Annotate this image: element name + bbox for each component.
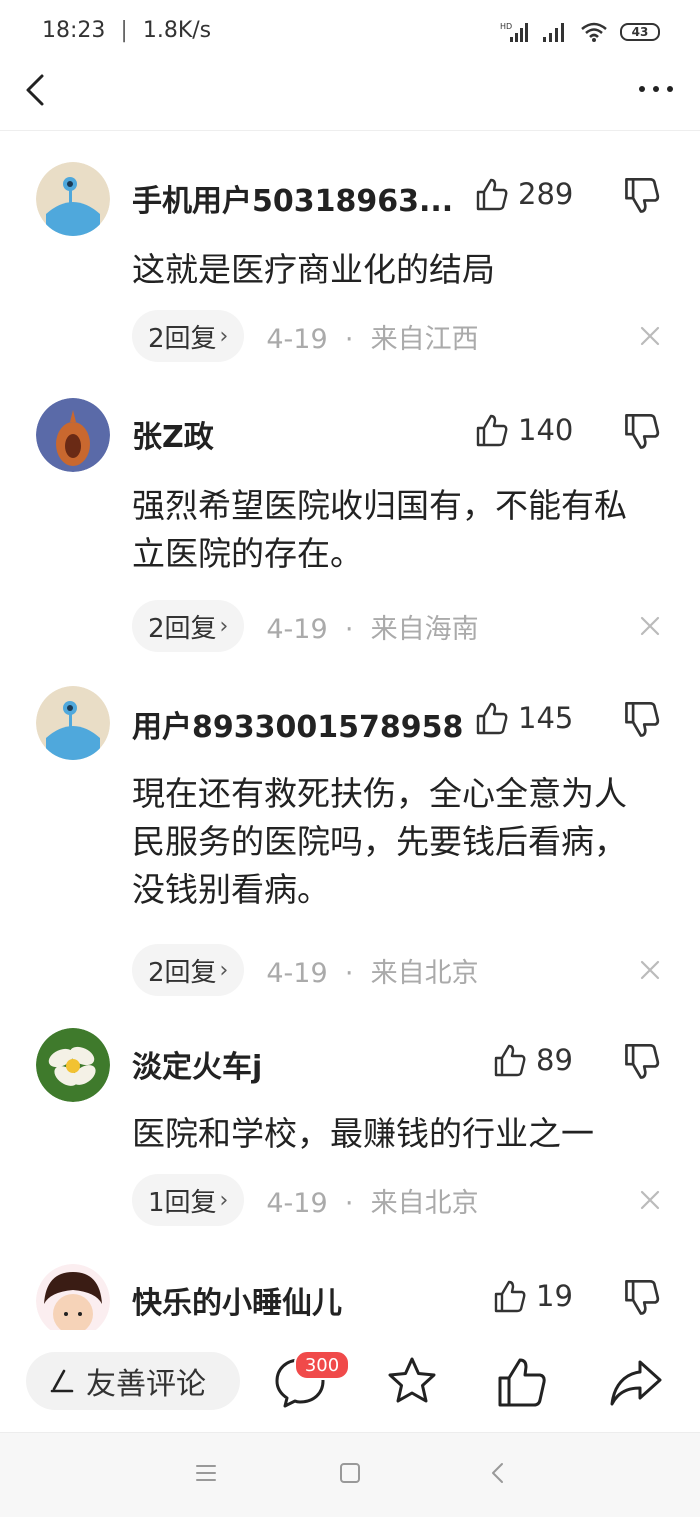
back-icon[interactable] [18,72,54,108]
like-count: 289 [518,177,574,211]
time-text: 18:23 [42,18,106,43]
comment-count-badge: 300 [294,1350,350,1380]
chevron-right-icon: › [219,613,229,639]
avatar[interactable] [36,1028,110,1102]
thumb-up-icon [476,414,508,447]
comment-item: 用户8933001578958 145 現在还有救死扶伤，全心全意为人民服务的医… [0,656,700,998]
chevron-right-icon: › [219,323,229,349]
reply-count: 1回复 [148,1187,217,1218]
more-icon[interactable] [636,74,676,104]
status-time: 18:23 | 1.8K/s [42,18,212,43]
comment-input-placeholder: 友善评论 [86,1367,206,1402]
like-button[interactable]: 19 [492,1276,573,1316]
menu-icon[interactable] [194,1461,218,1485]
comment-meta: 2回复 › 4-19 · 来自北京 [132,944,479,996]
reply-count: 2回复 [148,613,217,644]
avatar[interactable] [36,162,110,236]
thumb-down-icon[interactable] [622,1278,662,1318]
svg-text:HD: HD [500,22,512,31]
like-button[interactable]: 140 [474,410,573,450]
avatar[interactable] [36,686,110,760]
hd-signal-icon: HD [500,22,528,42]
comment-item: 张Z政 140 强烈希望医院收归国有，不能有私立医院的存在。 2回复 › 4-19… [0,366,700,656]
like-button[interactable]: 289 [474,174,573,214]
comment-meta: 2回复 › 4-19 · 来自江西 [132,310,479,362]
reply-count: 2回复 [148,323,217,354]
comment-list[interactable]: 手机用户50318963... 289 这就是医疗商业化的结局 2回复 › 4-1… [0,130,700,1330]
comment-meta: 2回复 › 4-19 · 来自海南 [132,600,479,652]
thumb-up-icon [476,178,508,211]
comment-username[interactable]: 快乐的小睡仙儿 [132,1278,342,1322]
close-icon[interactable] [636,612,664,640]
bottom-action-bar: 友善评论 300 [0,1330,700,1432]
status-icons: HD 43 [500,20,660,44]
comment-meta: 1回复 › 4-19 · 来自北京 [132,1174,479,1226]
thumb-up-icon[interactable] [494,1354,550,1410]
comment-text: 这就是医疗商业化的结局 [132,250,495,289]
like-count: 145 [518,701,574,735]
star-icon[interactable] [384,1354,440,1410]
comment-date-location: 4-19 · 来自北京 [266,957,479,989]
reply-button[interactable]: 2回复 › [132,310,245,362]
close-icon[interactable] [636,1186,664,1214]
comment-text: 强烈希望医院收归国有，不能有私立医院的存在。 [132,486,627,573]
share-icon[interactable] [608,1354,664,1410]
avatar[interactable] [36,1264,110,1330]
comment-date-location: 4-19 · 来自江西 [266,323,479,355]
like-count: 140 [518,413,574,447]
battery-indicator: 43 [620,23,660,41]
close-icon[interactable] [636,322,664,350]
comment-username[interactable]: 张Z政 [132,412,214,456]
thumb-down-icon[interactable] [622,700,662,740]
reply-button[interactable]: 2回复 › [132,600,245,652]
comment-input[interactable]: 友善评论 [26,1352,240,1410]
reply-button[interactable]: 1回复 › [132,1174,245,1226]
comment-text: 医院和学校，最赚钱的行业之一 [132,1114,594,1153]
status-bar: 18:23 | 1.8K/s HD 43 [0,0,700,64]
thumb-down-icon[interactable] [622,176,662,216]
system-back-icon[interactable] [486,1461,510,1485]
wifi-icon [581,22,607,42]
home-icon[interactable] [338,1461,362,1485]
comment-item: 快乐的小睡仙儿 19 [0,1234,700,1330]
close-icon[interactable] [636,956,664,984]
chevron-right-icon: › [219,957,229,983]
comment-date-location: 4-19 · 来自北京 [266,1187,479,1219]
comment-item: 手机用户50318963... 289 这就是医疗商业化的结局 2回复 › 4-1… [0,130,700,366]
avatar[interactable] [36,398,110,472]
comment-username[interactable]: 淡定火车j [132,1042,262,1086]
thumb-down-icon[interactable] [622,1042,662,1082]
net-speed-text: 1.8K/s [142,18,212,43]
comment-username[interactable]: 手机用户50318963... [132,176,453,220]
like-button[interactable]: 145 [474,698,573,738]
thumb-up-icon [494,1044,526,1077]
pen-icon [50,1369,74,1393]
comment-item: 淡定火车j 89 医院和学校，最赚钱的行业之一 1回复 › 4-19 · 来自北京 [0,998,700,1234]
thumb-up-icon [494,1280,526,1313]
nav-bar [0,64,700,131]
reply-count: 2回复 [148,957,217,988]
thumb-up-icon [476,702,508,735]
comment-date-location: 4-19 · 来自海南 [266,613,479,645]
like-button[interactable]: 89 [492,1040,573,1080]
like-count: 19 [536,1279,573,1313]
reply-button[interactable]: 2回复 › [132,944,245,996]
thumb-down-icon[interactable] [622,412,662,452]
chevron-right-icon: › [219,1187,229,1213]
signal-icon [543,23,564,42]
comment-text: 現在还有救死扶伤，全心全意为人民服务的医院吗，先要钱后看病，没钱别看病。 [132,774,627,909]
system-navigation-bar [0,1432,700,1517]
like-count: 89 [536,1043,573,1077]
comment-username[interactable]: 用户8933001578958 [132,702,463,746]
